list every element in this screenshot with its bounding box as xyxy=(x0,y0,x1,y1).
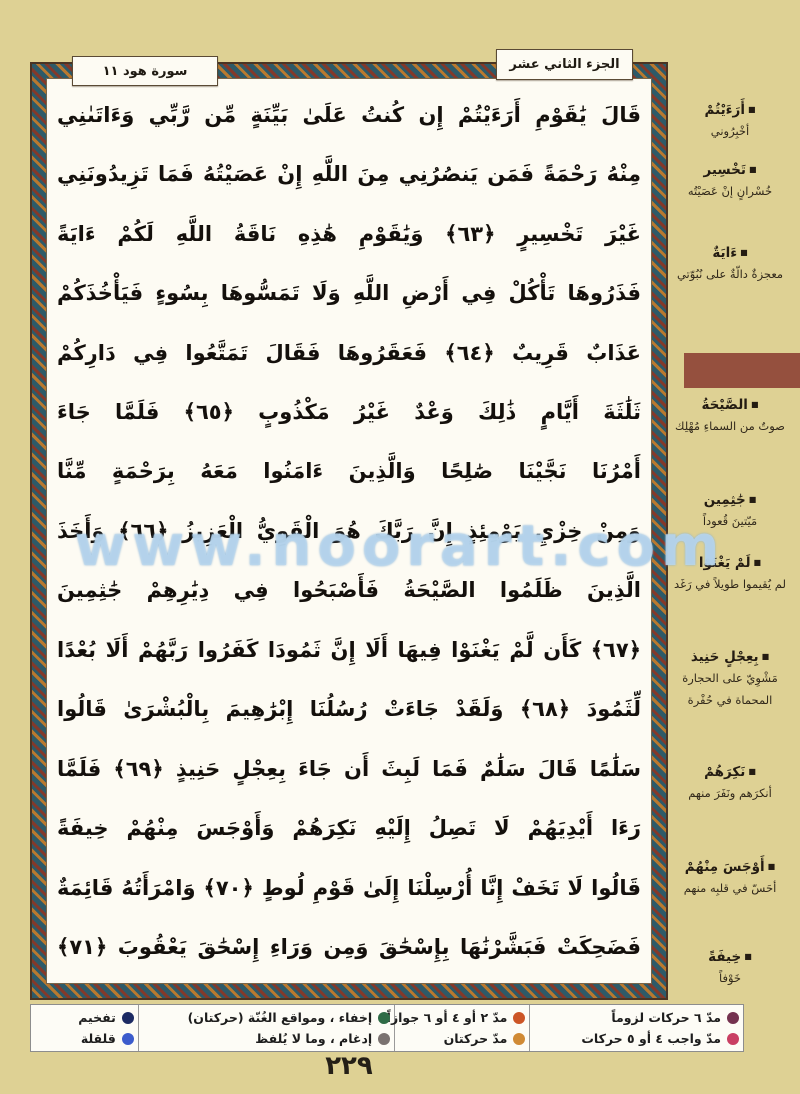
quran-line: فَضَحِكَتْ فَبَشَّرْنَٰهَا بِإِسْحَٰقَ و… xyxy=(57,918,641,976)
bullet-square-icon: ■ xyxy=(744,952,752,961)
legend-label: إخفاء ، ومواقع الغُنّة (حركتان) xyxy=(188,1010,373,1025)
legend-row: مدّ واجب ٤ أو ٥ حركات xyxy=(534,1029,739,1049)
legend-row: مدّ ٢ أو ٤ أو ٦ جوازاً xyxy=(399,1008,525,1028)
quran-line: عَذَابٌ قَرِيبٌ ﴿٦٤﴾ فَعَقَرُوهَا فَقَال… xyxy=(57,324,641,382)
legend-label: إدغام ، وما لا يُلفظ xyxy=(255,1031,372,1046)
margin-note: ■الصَّيْحَةُ صوتٌ من السماءِ مُهْلِك xyxy=(664,395,796,438)
margin-note: ■ أَرَءَيْتُمْ أخْبِرُوني xyxy=(664,100,796,143)
margin-gloss: مَيّتينَ قُعوداً xyxy=(664,511,796,532)
margin-note: ■ تَخْسِير خُسْرانٍ إنْ عَصَيْتُه xyxy=(664,160,796,203)
legend-dot-icon xyxy=(513,1033,525,1045)
margin-note: ■نَكِرَهُمْ أنكرَهم ونَفَرَ منهم xyxy=(664,762,796,805)
legend-label: مدّ ٦ حركات لزوماً xyxy=(611,1010,721,1025)
quran-line: لِّثَمُودَ ﴿٦٨﴾ وَلَقَدْ جَاءَتْ رُسُلُن… xyxy=(57,680,641,738)
legend-row: مدّ ٦ حركات لزوماً xyxy=(534,1008,739,1028)
surah-cartouche: سورة هود ١١ xyxy=(72,56,218,86)
legend-dot-icon xyxy=(513,1012,525,1024)
legend-dot-icon xyxy=(122,1033,134,1045)
margin-word: جَٰثِمِين xyxy=(704,492,746,508)
bullet-square-icon: ■ xyxy=(748,105,756,114)
margin-gloss: لم يُقيموا طويلاً في رَغَد xyxy=(664,574,796,595)
margin-word: أَوْجَسَ مِنْهُمْ xyxy=(685,859,765,875)
bullet-square-icon: ■ xyxy=(749,165,757,174)
margin-note: ■جَٰثِمِين مَيّتينَ قُعوداً xyxy=(664,490,796,533)
legend-row: إخفاء ، ومواقع الغُنّة (حركتان) xyxy=(143,1008,390,1028)
margin-note: ■بِعِجْلٍ حَنِيذ مَشْوِيّ على الحجارة ال… xyxy=(664,647,796,711)
legend-label: مدّ حركتان xyxy=(444,1031,508,1046)
quran-text-area: قَالَ يَٰقَوْمِ أَرَءَيْتُمْ إِن كُنتُ ع… xyxy=(46,78,652,984)
bullet-square-icon: ■ xyxy=(748,767,756,776)
margin-word: أَرَءَيْتُمْ xyxy=(704,102,744,118)
margin-word: الصَّيْحَةُ xyxy=(702,397,748,413)
quran-line: ﴿٦٧﴾ كَأَن لَّمْ يَغْنَوْا فِيهَا أَلَا … xyxy=(57,621,641,679)
quran-line: غَيْرَ تَخْسِيرٍ ﴿٦٣﴾ وَيَٰقَوْمِ هَٰذِه… xyxy=(57,205,641,263)
margin-note: ■خِيفَةً خَوْفاً xyxy=(664,947,796,990)
legend-row: إدغام ، وما لا يُلفظ xyxy=(143,1029,390,1049)
legend-label: تفخيم xyxy=(78,1010,116,1025)
legend-column-tafkhim-qalqala: تفخيم قلقلة xyxy=(31,1005,138,1051)
decorative-border-frame: قَالَ يَٰقَوْمِ أَرَءَيْتُمْ إِن كُنتُ ع… xyxy=(30,62,668,1000)
surah-label: سورة هود ١١ xyxy=(103,64,188,79)
quran-line: رَءَا أَيْدِيَهُمْ لَا تَصِلُ إِلَيْهِ ن… xyxy=(57,799,641,857)
margin-note: ■ءَايَةٌ معجزةٌ دالّةٌ على نُبُوّتي xyxy=(664,243,796,286)
margin-word: خِيفَةً xyxy=(708,949,741,965)
legend-column-madd-lazim: مدّ ٦ حركات لزوماً مدّ واجب ٤ أو ٥ حركات xyxy=(529,1005,743,1051)
bullet-square-icon: ■ xyxy=(754,558,762,567)
margin-gloss: صوتٌ من السماءِ مُهْلِك xyxy=(664,416,796,437)
quran-line: وَمِنْ خِزْيِ يَوْمِئِذٍ إِنَّ رَبَّكَ ه… xyxy=(57,502,641,560)
juz-cartouche: الجزء الثاني عشر xyxy=(496,49,633,80)
bullet-square-icon: ■ xyxy=(762,652,770,661)
margin-gloss: خَوْفاً xyxy=(664,968,796,989)
legend-dot-icon xyxy=(727,1033,739,1045)
legend-label: قلقلة xyxy=(81,1031,116,1046)
margin-word: بِعِجْلٍ حَنِيذ xyxy=(691,649,759,665)
bullet-square-icon: ■ xyxy=(768,862,776,871)
quran-line: سَلَٰمًا قَالَ سَلَٰمٌ فَمَا لَبِثَ أَن … xyxy=(57,740,641,798)
legend-dot-icon xyxy=(378,1033,390,1045)
mushaf-page: الجزء الثاني عشر سورة هود ١١ قَالَ يَٰقَ… xyxy=(0,0,800,1094)
margin-word: ءَايَةٌ xyxy=(712,245,737,261)
legend-dot-icon xyxy=(122,1012,134,1024)
legend-dot-icon xyxy=(727,1012,739,1024)
legend-column-ikhfa-idgham: إخفاء ، ومواقع الغُنّة (حركتان) إدغام ، … xyxy=(138,1005,394,1051)
margin-note: ■لَمْ يَغْنَوْا لم يُقيموا طويلاً في رَغ… xyxy=(664,553,796,596)
margin-gloss: معجزةٌ دالّةٌ على نُبُوّتي xyxy=(664,264,796,285)
legend-row: مدّ حركتان xyxy=(399,1029,525,1049)
margin-gloss: أحَسّ في قلبِه منهم xyxy=(664,878,796,899)
margin-gloss: مَشْوِيّ على الحجارة المحماة في حُفْرة xyxy=(664,668,796,711)
quran-line: قَالَ يَٰقَوْمِ أَرَءَيْتُمْ إِن كُنتُ ع… xyxy=(57,86,641,144)
margin-note: ■أَوْجَسَ مِنْهُمْ أحَسّ في قلبِه منهم xyxy=(664,857,796,900)
page-number: ٢٢٩ xyxy=(30,1051,668,1081)
quran-line: ثَلَٰثَةَ أَيَّامٍ ذَٰلِكَ وَعْدٌ غَيْرُ… xyxy=(57,383,641,441)
quran-line: فَذَرُوهَا تَأْكُلْ فِي أَرْضِ اللَّهِ و… xyxy=(57,264,641,322)
tajweed-legend: مدّ ٦ حركات لزوماً مدّ واجب ٤ أو ٥ حركات… xyxy=(30,1004,744,1052)
margin-gloss: أنكرَهم ونَفَرَ منهم xyxy=(664,783,796,804)
quran-line: أَمْرُنَا نَجَّيْنَا صَٰلِحًا وَالَّذِين… xyxy=(57,442,641,500)
margin-gloss: خُسْرانٍ إنْ عَصَيْتُه xyxy=(664,181,796,202)
bullet-square-icon: ■ xyxy=(740,248,748,257)
margin-word: نَكِرَهُمْ xyxy=(704,764,745,780)
margin-word: تَخْسِير xyxy=(703,162,745,178)
quran-line: مِنْهُ رَحْمَةً فَمَن يَنصُرُنِي مِنَ ال… xyxy=(57,145,641,203)
legend-label: مدّ ٢ أو ٤ أو ٦ جوازاً xyxy=(387,1010,508,1025)
legend-row: تفخيم xyxy=(35,1008,134,1028)
legend-dot-icon xyxy=(378,1012,390,1024)
margin-word: لَمْ يَغْنَوْا xyxy=(699,555,751,571)
legend-label: مدّ واجب ٤ أو ٥ حركات xyxy=(581,1031,721,1046)
legend-column-madd-jaiz: مدّ ٢ أو ٤ أو ٦ جوازاً مدّ حركتان xyxy=(394,1005,529,1051)
bookmark-tab xyxy=(684,353,800,388)
legend-row: قلقلة xyxy=(35,1029,134,1049)
bullet-square-icon: ■ xyxy=(749,495,757,504)
margin-gloss: أخْبِرُوني xyxy=(664,121,796,142)
juz-label: الجزء الثاني عشر xyxy=(509,57,619,72)
quran-line: الَّذِينَ ظَلَمُوا الصَّيْحَةُ فَأَصْبَح… xyxy=(57,561,641,619)
bullet-square-icon: ■ xyxy=(751,400,759,409)
quran-line: قَالُوا لَا تَخَفْ إِنَّا أُرْسِلْنَا إِ… xyxy=(57,859,641,917)
